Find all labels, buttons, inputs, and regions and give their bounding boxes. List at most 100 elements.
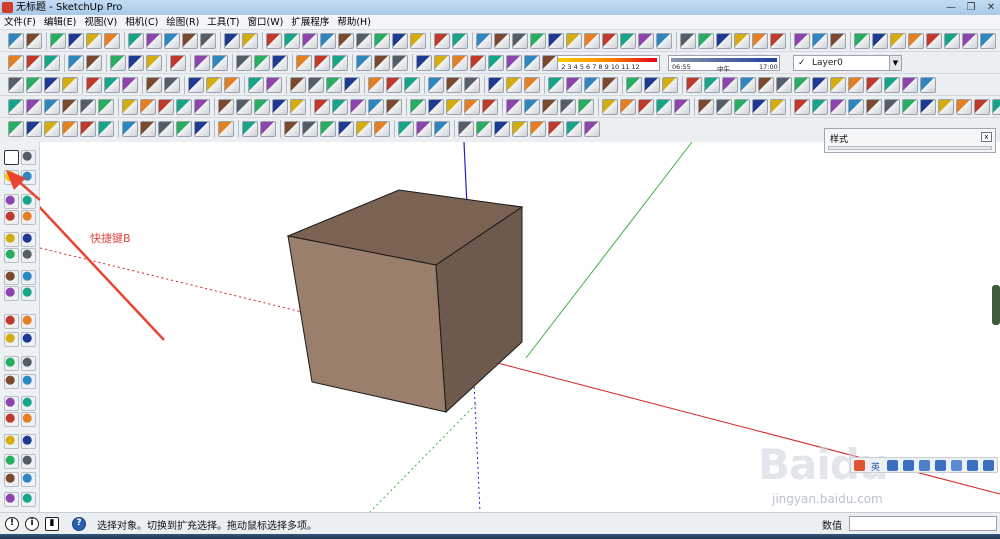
toolbar-tool-icon[interactable] xyxy=(344,77,360,93)
toolbar-tool-icon[interactable] xyxy=(374,55,390,71)
left-tool-icon[interactable] xyxy=(21,396,36,411)
toolbar-tool-icon[interactable] xyxy=(266,77,282,93)
toolbar-tool-icon[interactable] xyxy=(938,99,954,115)
toolbar-tool-icon[interactable] xyxy=(506,99,522,115)
toolbar-tool-icon[interactable] xyxy=(158,99,174,115)
toolbar-tool-icon[interactable] xyxy=(26,55,42,71)
toolbar-tool-icon[interactable] xyxy=(548,77,564,93)
toolbar-tool-icon[interactable] xyxy=(734,33,750,49)
toolbar-tool-icon[interactable] xyxy=(356,55,372,71)
toolbar-tool-icon[interactable] xyxy=(566,33,582,49)
toolbar-tool-icon[interactable] xyxy=(464,99,480,115)
toolbar-tool-icon[interactable] xyxy=(386,99,402,115)
toolbar-tool-icon[interactable] xyxy=(512,33,528,49)
toolbar-tool-icon[interactable] xyxy=(182,33,198,49)
toolbar-tool-icon[interactable] xyxy=(584,77,600,93)
toolbar-tool-icon[interactable] xyxy=(656,99,672,115)
toolbar-tool-icon[interactable] xyxy=(302,33,318,49)
left-tool-icon[interactable] xyxy=(4,270,19,285)
ime-skin-icon[interactable] xyxy=(951,460,962,471)
toolbar-tool-icon[interactable] xyxy=(506,55,522,71)
toolbar-tool-icon[interactable] xyxy=(386,77,402,93)
toolbar-tool-icon[interactable] xyxy=(194,55,210,71)
toolbar-tool-icon[interactable] xyxy=(290,77,306,93)
toolbar-tool-icon[interactable] xyxy=(224,77,240,93)
toolbar-tool-icon[interactable] xyxy=(794,77,810,93)
toolbar-tool-icon[interactable] xyxy=(68,33,84,49)
toolbar-tool-icon[interactable] xyxy=(698,33,714,49)
toolbar-tool-icon[interactable] xyxy=(140,121,156,137)
menu-tools[interactable]: 工具(T) xyxy=(203,15,243,29)
left-tool-icon[interactable] xyxy=(4,454,19,469)
toolbar-tool-icon[interactable] xyxy=(212,55,228,71)
toolbar-tool-icon[interactable] xyxy=(848,99,864,115)
styles-panel[interactable]: 样式 x xyxy=(824,128,996,153)
toolbar-tool-icon[interactable] xyxy=(374,121,390,137)
toolbar-tool-icon[interactable] xyxy=(68,55,84,71)
toolbar-tool-icon[interactable] xyxy=(170,55,186,71)
toolbar-tool-icon[interactable] xyxy=(86,55,102,71)
toolbar-tool-icon[interactable] xyxy=(44,55,60,71)
toolbar-tool-icon[interactable] xyxy=(488,55,504,71)
measurements-input[interactable] xyxy=(849,516,997,531)
left-tool-icon[interactable] xyxy=(4,314,19,329)
toolbar-tool-icon[interactable] xyxy=(662,77,678,93)
left-tool-icon[interactable] xyxy=(21,270,36,285)
left-tool-icon[interactable] xyxy=(21,454,36,469)
toolbar-tool-icon[interactable] xyxy=(698,99,714,115)
toolbar-tool-icon[interactable] xyxy=(158,121,174,137)
left-tool-icon[interactable] xyxy=(4,396,19,411)
toolbar-tool-icon[interactable] xyxy=(272,99,288,115)
toolbar-tool-icon[interactable] xyxy=(338,33,354,49)
toolbar-tool-icon[interactable] xyxy=(272,55,288,71)
toolbar-tool-icon[interactable] xyxy=(86,33,102,49)
close-button[interactable]: ✕ xyxy=(982,0,1000,15)
toolbar-tool-icon[interactable] xyxy=(176,99,192,115)
toolbar-tool-icon[interactable] xyxy=(200,33,216,49)
toolbar-tool-icon[interactable] xyxy=(374,33,390,49)
toolbar-tool-icon[interactable] xyxy=(224,33,240,49)
toolbar-tool-icon[interactable] xyxy=(548,121,564,137)
toolbar-tool-icon[interactable] xyxy=(254,99,270,115)
toolbar-tool-icon[interactable] xyxy=(770,33,786,49)
ime-punct-icon[interactable] xyxy=(887,460,898,471)
toolbar-tool-icon[interactable] xyxy=(8,33,24,49)
toolbar-tool-icon[interactable] xyxy=(458,121,474,137)
styles-panel-close-icon[interactable]: x xyxy=(981,132,992,142)
toolbar-tool-icon[interactable] xyxy=(122,77,138,93)
ime-language-label[interactable]: 英 xyxy=(871,460,880,473)
toolbar-tool-icon[interactable] xyxy=(392,55,408,71)
toolbar-tool-icon[interactable] xyxy=(830,77,846,93)
toolbar-tool-icon[interactable] xyxy=(308,77,324,93)
toolbar-tool-icon[interactable] xyxy=(902,77,918,93)
toolbar-tool-icon[interactable] xyxy=(722,77,738,93)
toolbar-tool-icon[interactable] xyxy=(164,77,180,93)
toolbar-tool-icon[interactable] xyxy=(926,33,942,49)
toolbar-tool-icon[interactable] xyxy=(452,55,468,71)
left-tool-icon[interactable] xyxy=(4,286,19,301)
toolbar-tool-icon[interactable] xyxy=(110,55,126,71)
toolbar-tool-icon[interactable] xyxy=(50,33,66,49)
toolbar-tool-icon[interactable] xyxy=(476,121,492,137)
toolbar-tool-icon[interactable] xyxy=(524,99,540,115)
toolbar-tool-icon[interactable] xyxy=(812,99,828,115)
left-tool-icon[interactable] xyxy=(4,332,19,347)
toolbar-tool-icon[interactable] xyxy=(176,121,192,137)
toolbar-tool-icon[interactable] xyxy=(248,77,264,93)
menu-file[interactable]: 文件(F) xyxy=(0,15,40,29)
toolbar-tool-icon[interactable] xyxy=(410,99,426,115)
toolbar-tool-icon[interactable] xyxy=(644,77,660,93)
toolbar-tool-icon[interactable] xyxy=(452,33,468,49)
toolbar-tool-icon[interactable] xyxy=(974,99,990,115)
toolbar-tool-icon[interactable] xyxy=(920,99,936,115)
left-tool-icon[interactable] xyxy=(4,232,19,247)
toolbar-tool-icon[interactable] xyxy=(332,55,348,71)
toolbar-tool-icon[interactable] xyxy=(128,55,144,71)
toolbar-tool-icon[interactable] xyxy=(944,33,960,49)
chevron-down-icon[interactable]: ▼ xyxy=(889,56,901,70)
left-tool-icon[interactable] xyxy=(21,248,36,263)
toolbar-tool-icon[interactable] xyxy=(8,55,24,71)
toolbar-tool-icon[interactable] xyxy=(524,77,540,93)
left-tool-icon[interactable] xyxy=(4,492,19,507)
toolbar-tool-icon[interactable] xyxy=(242,121,258,137)
